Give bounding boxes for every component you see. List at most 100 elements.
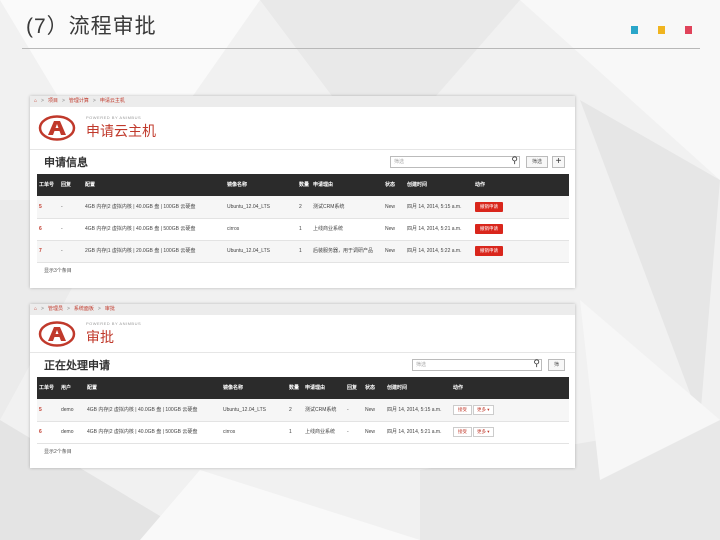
user-cell: demo [59, 421, 85, 444]
filter-button[interactable]: 筛 [547, 359, 565, 371]
reason-cell: 上线商业系统 [311, 218, 383, 241]
ticket-id-link[interactable]: 7 [37, 240, 59, 263]
more-actions-dropdown[interactable]: 更多 ▾ [473, 404, 494, 415]
breadcrumb-item[interactable]: 系统面板 [74, 304, 94, 315]
item-count: 显示2个条目 [44, 448, 72, 455]
ticket-id-link[interactable]: 6 [37, 218, 59, 241]
image-cell: Ubuntu_12.04_LTS [221, 399, 287, 422]
breadcrumb-item[interactable]: 管理计算 [69, 96, 89, 107]
column-header[interactable]: 数量 [287, 377, 303, 399]
cancel-request-button[interactable]: 撤销申请 [475, 201, 503, 212]
column-header[interactable]: 创建时间 [405, 174, 473, 196]
column-header[interactable]: 配置 [85, 377, 221, 399]
column-header[interactable]: 配置 [83, 174, 225, 196]
config-cell: 2GB 内存|1 虚拟内核 | 20.0GB 盘 | 100GB 云硬盘 [83, 240, 225, 263]
action-cell: 撤销申请 [473, 240, 569, 263]
add-request-button[interactable]: + [552, 156, 565, 168]
column-header[interactable]: 回复 [345, 377, 363, 399]
reason-cell: 测试CRM系统 [311, 196, 383, 219]
search-icon[interactable]: ⚲ [533, 358, 540, 368]
breadcrumb-item[interactable]: 项目 [48, 96, 58, 107]
column-header[interactable]: 镜像名称 [221, 377, 287, 399]
config-cell: 4GB 内存|2 虚拟内核 | 40.0GB 盘 | 500GB 云硬盘 [83, 218, 225, 241]
image-cell: Ubuntu_12.04_LTS [225, 196, 297, 219]
dot-red [685, 26, 692, 34]
ticket-id-link[interactable]: 5 [37, 399, 59, 422]
approve-button[interactable]: 接受 [453, 427, 472, 437]
breadcrumb: ⌂ > 管理员 > 系统面板 > 审批 [30, 304, 575, 315]
filter-button[interactable]: 筛选 [525, 156, 548, 168]
column-header[interactable]: 动作 [473, 174, 569, 196]
action-cell: 撤销申请 [473, 196, 569, 219]
table-header-row: 工单号 用户 配置 镜像名称 数量 申请理由 回复 状态 创建时间 动作 [37, 377, 569, 399]
column-header[interactable]: 申请理由 [303, 377, 345, 399]
column-header[interactable]: 用户 [59, 377, 85, 399]
column-header[interactable]: 创建时间 [385, 377, 451, 399]
status-cell: New [363, 421, 385, 444]
home-icon[interactable]: ⌂ [34, 304, 37, 315]
powered-by-label: POWERED BY ANIMBUS [86, 115, 142, 120]
column-header[interactable]: 镜像名称 [225, 174, 297, 196]
section-title: 申请信息 [44, 157, 88, 169]
powered-by-label: POWERED BY ANIMBUS [86, 320, 142, 326]
reply-cell: - [59, 218, 83, 241]
approve-button[interactable]: 接受 [453, 404, 472, 415]
breadcrumb: ⌂ > 项目 > 管理计算 > 申请云主机 [30, 96, 575, 107]
decorative-dots [631, 26, 692, 34]
image-cell: cirros [225, 218, 297, 241]
home-icon[interactable]: ⌂ [34, 96, 37, 107]
page-title: 审批 [86, 328, 114, 345]
image-cell: Ubuntu_12.04_LTS [225, 240, 297, 263]
column-header[interactable]: 动作 [451, 377, 569, 399]
breadcrumb-item[interactable]: 申请云主机 [100, 96, 125, 107]
breadcrumb-item[interactable]: 管理员 [48, 304, 63, 315]
breadcrumb-separator: > [66, 306, 70, 312]
animbus-logo-icon [38, 320, 76, 347]
title-divider [22, 48, 700, 49]
search-input[interactable]: 筛选 ⚲ [411, 358, 542, 371]
breadcrumb-separator: > [41, 306, 44, 312]
count-cell: 1 [297, 240, 311, 263]
cancel-request-button[interactable]: 撤销申请 [475, 246, 503, 256]
table-header-row: 工单号 回复 配置 镜像名称 数量 申请理由 状态 创建时间 动作 [37, 174, 569, 196]
cancel-request-button[interactable]: 撤销申请 [475, 224, 503, 234]
config-cell: 4GB 内存|2 虚拟内核 | 40.0GB 盘 | 500GB 云硬盘 [85, 421, 221, 444]
reply-cell: - [345, 399, 363, 422]
breadcrumb-separator: > [61, 98, 65, 104]
reply-cell: - [345, 421, 363, 444]
request-table: 工单号 回复 配置 镜像名称 数量 申请理由 状态 创建时间 动作 5 - 4G… [37, 174, 569, 263]
created-cell: 四月 14, 2014, 5:15 a.m. [405, 196, 473, 219]
created-cell: 四月 14, 2014, 5:21 a.m. [405, 218, 473, 241]
item-count: 显示3个条目 [44, 267, 72, 274]
count-cell: 2 [297, 196, 311, 219]
table-row: 5 demo 4GB 内存|2 虚拟内核 | 40.0GB 盘 | 100GB … [37, 399, 569, 422]
count-cell: 1 [297, 218, 311, 241]
column-header[interactable]: 工单号 [37, 174, 59, 196]
created-cell: 四月 14, 2014, 5:15 a.m. [385, 399, 451, 422]
section-title: 正在处理申请 [44, 360, 110, 372]
column-header[interactable]: 状态 [383, 174, 405, 196]
action-cell: 撤销申请 [473, 218, 569, 241]
search-input[interactable]: 筛选 ⚲ [389, 155, 520, 168]
approval-table: 工单号 用户 配置 镜像名称 数量 申请理由 回复 状态 创建时间 动作 5 d… [37, 377, 569, 444]
search-placeholder: 筛选 [415, 362, 426, 368]
table-row: 7 - 2GB 内存|1 虚拟内核 | 20.0GB 盘 | 100GB 云硬盘… [37, 240, 569, 263]
more-actions-dropdown[interactable]: 更多 ▾ [473, 427, 494, 437]
table-row: 6 - 4GB 内存|2 虚拟内核 | 40.0GB 盘 | 500GB 云硬盘… [37, 218, 569, 241]
brand-header: POWERED BY ANIMBUS 申请云主机 [30, 107, 575, 150]
column-header[interactable]: 数量 [297, 174, 311, 196]
column-header[interactable]: 申请理由 [311, 174, 383, 196]
column-header[interactable]: 工单号 [37, 377, 59, 399]
status-cell: New [383, 240, 405, 263]
breadcrumb-separator: > [41, 98, 44, 104]
ticket-id-link[interactable]: 6 [37, 421, 59, 444]
search-icon[interactable]: ⚲ [511, 155, 518, 165]
ticket-id-link[interactable]: 5 [37, 196, 59, 219]
status-cell: New [363, 399, 385, 422]
reply-cell: - [59, 240, 83, 263]
column-header[interactable]: 状态 [363, 377, 385, 399]
reason-cell: 测试CRM系统 [303, 399, 345, 422]
breadcrumb-item[interactable]: 审批 [105, 304, 115, 315]
dot-blue [631, 26, 638, 34]
column-header[interactable]: 回复 [59, 174, 83, 196]
